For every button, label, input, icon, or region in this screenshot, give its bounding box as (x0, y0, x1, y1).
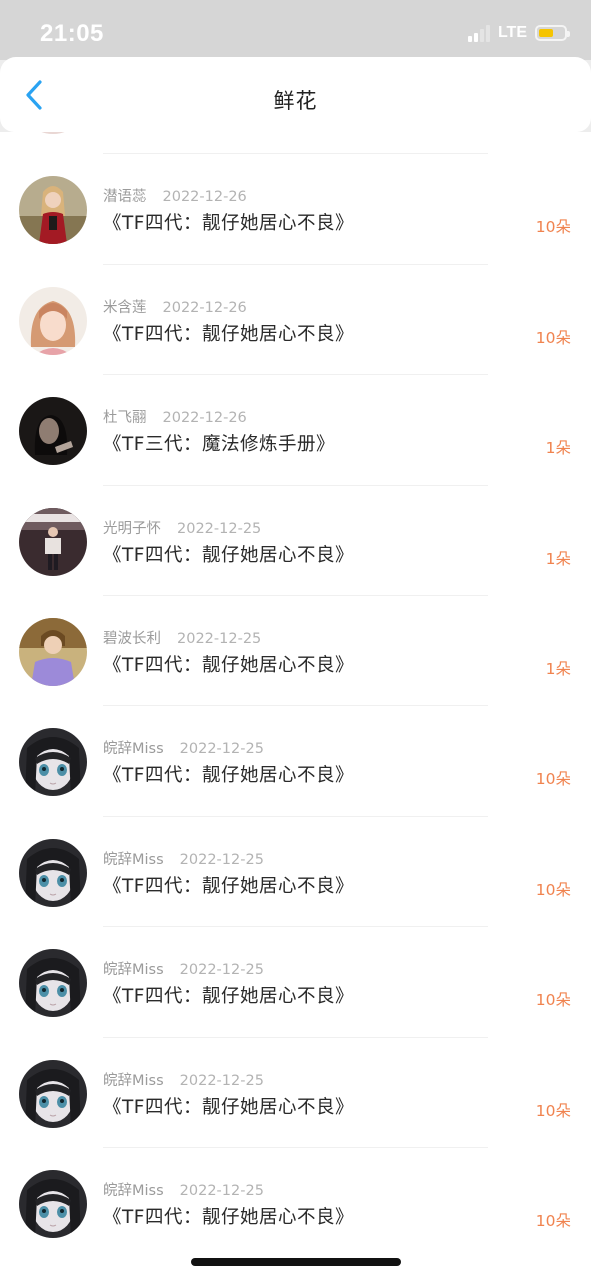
username[interactable]: 皖辞Miss (103, 852, 164, 868)
book-title[interactable]: 《TF四代：靓仔她居心不良》 (103, 1203, 354, 1229)
username[interactable]: 皖辞Miss (103, 1073, 164, 1089)
flower-count: 10朵 (535, 1211, 571, 1230)
username[interactable]: 潜语蕊 (103, 189, 147, 205)
home-indicator[interactable] (191, 1258, 401, 1266)
avatar[interactable] (19, 728, 87, 797)
item-meta: 潜语蕊 2022-12-26 (103, 185, 247, 206)
book-title[interactable]: 《TF四代：靓仔她居心不良》 (103, 320, 354, 346)
date: 2022-12-26 (162, 410, 247, 427)
book-title[interactable]: 《TF四代：靓仔她居心不良》 (103, 651, 354, 677)
book-title[interactable]: 《TF四代：靓仔她居心不良》 (103, 872, 354, 898)
date: 2022-12-25 (177, 520, 262, 537)
username[interactable]: 皖辞Miss (103, 1183, 164, 1199)
book-title[interactable]: 《TF四代：靓仔她居心不良》 (103, 541, 354, 567)
flower-count: 10朵 (535, 218, 571, 237)
item-meta: 皖辞Miss 2022-12-25 (103, 958, 264, 979)
flower-count: 10朵 (535, 880, 571, 899)
date: 2022-12-26 (162, 189, 247, 206)
date: 2022-12-25 (179, 962, 264, 979)
flower-count: 1朵 (545, 549, 571, 568)
network-type: LTE (497, 24, 527, 41)
flower-count: 1朵 (545, 659, 571, 678)
date: 2022-12-25 (179, 851, 264, 868)
flower-count: 1朵 (545, 439, 571, 458)
book-title[interactable]: 《TF四代：靓仔她居心不良》 (103, 761, 354, 787)
list-item[interactable]: 米含莲 2022-12-26 《TF四代：靓仔她居心不良》 10朵 (0, 265, 591, 376)
avatar[interactable] (19, 132, 87, 134)
book-title[interactable]: 《TF四代：靓仔她居心不良》 (103, 1093, 354, 1119)
username[interactable]: 皖辞Miss (103, 962, 164, 978)
list-item[interactable]: 碧波长利 2022-12-25 《TF四代：靓仔她居心不良》 1朵 (0, 596, 591, 707)
item-meta: 米含莲 2022-12-26 (103, 296, 247, 317)
list-item[interactable]: 潜语蕊 2022-12-26 《TF四代：靓仔她居心不良》 10朵 (0, 154, 591, 266)
date: 2022-12-25 (179, 1072, 264, 1089)
status-time: 21:05 (40, 20, 104, 47)
avatar[interactable] (19, 838, 87, 907)
list-item[interactable]: 皖辞Miss 2022-12-25 《TF四代：靓仔她居心不良》 10朵 (0, 706, 591, 818)
avatar[interactable] (19, 949, 87, 1018)
username[interactable]: 碧波长利 (103, 631, 161, 647)
flower-count: 10朵 (535, 991, 571, 1010)
list-item[interactable]: 皖辞Miss 2022-12-25 《TF四代：靓仔她居心不良》 10朵 (0, 1038, 591, 1149)
list-item[interactable]: 皖辞Miss 2022-12-25 《TF四代：靓仔她居心不良》 10朵 (0, 817, 591, 928)
list-item[interactable]: 光明子怀 2022-12-25 《TF四代：靓仔她居心不良》 1朵 (0, 486, 591, 597)
signal-icon (467, 24, 492, 42)
avatar[interactable] (19, 397, 87, 466)
item-meta: 皖辞Miss 2022-12-25 (103, 737, 264, 758)
item-meta: 皖辞Miss 2022-12-25 (103, 848, 264, 869)
username[interactable]: 皖辞Miss (103, 741, 164, 757)
status-bar: 21:05 LTE (0, 0, 591, 60)
flower-count: 10朵 (535, 328, 571, 347)
list-item[interactable]: 皖辞Miss 2022-12-25 《TF四代：靓仔她居心不良》 10朵 (0, 927, 591, 1038)
flower-count: 10朵 (535, 770, 571, 789)
list-item[interactable]: 皖辞Miss 2022-12-25 《TF四代：靓仔她居心不良》 10朵 (0, 1148, 591, 1258)
battery-icon (535, 25, 570, 41)
list-item[interactable]: 《TF四代：靓仔她居心不良》1朵 (0, 132, 591, 155)
date: 2022-12-26 (162, 299, 247, 316)
item-meta: 杜飞翮 2022-12-26 (103, 406, 247, 427)
avatar[interactable] (19, 617, 87, 686)
flower-count: 10朵 (535, 1101, 571, 1120)
item-meta: 皖辞Miss 2022-12-25 (103, 1069, 264, 1090)
date: 2022-12-25 (177, 630, 262, 647)
avatar[interactable] (19, 1169, 87, 1238)
username[interactable]: 光明子怀 (103, 521, 161, 537)
page-title: 鲜花 (273, 89, 318, 113)
username[interactable]: 米含莲 (103, 300, 147, 316)
item-meta: 皖辞Miss 2022-12-25 (103, 1179, 264, 1200)
date: 2022-12-25 (179, 1182, 264, 1199)
username[interactable]: 杜飞翮 (103, 410, 147, 426)
nav-bar: 鲜花 (0, 57, 591, 132)
avatar[interactable] (19, 286, 87, 355)
book-title[interactable]: 《TF四代：靓仔她居心不良》 (103, 982, 354, 1008)
avatar[interactable] (19, 507, 87, 576)
status-indicators: LTE (467, 24, 570, 42)
flower-list: 《TF四代：靓仔她居心不良》1朵潜语蕊2022-12-26《TF四代：靓仔她居心… (0, 132, 591, 1280)
item-meta: 光明子怀 2022-12-25 (103, 517, 261, 538)
book-title[interactable]: 《TF四代：靓仔她居心不良》 (103, 209, 354, 235)
avatar[interactable] (19, 176, 87, 245)
date: 2022-12-25 (179, 741, 264, 758)
avatar[interactable] (19, 1059, 87, 1128)
list-item[interactable]: 杜飞翮 2022-12-26 《TF三代：魔法修炼手册》 1朵 (0, 375, 591, 486)
screen: 21:05 LTE 鲜花 《TF四代：靓仔她居心不良》1朵潜语蕊2022-12-… (0, 0, 591, 1280)
item-meta: 碧波长利 2022-12-25 (103, 627, 261, 648)
book-title[interactable]: 《TF三代：魔法修炼手册》 (103, 430, 335, 456)
